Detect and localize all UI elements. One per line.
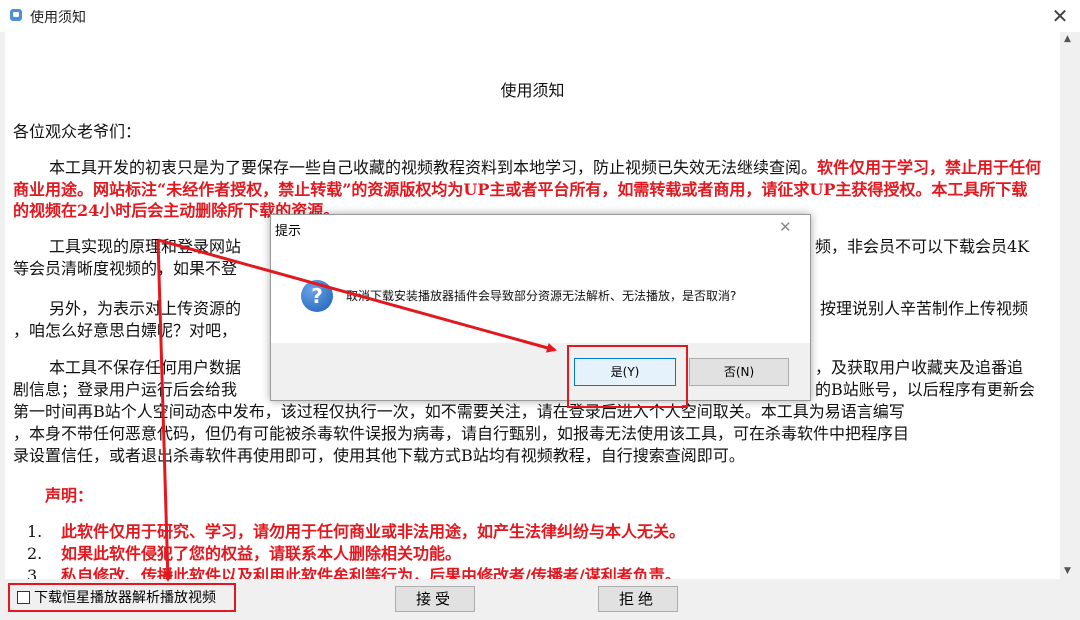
annotation-arrow-to-checkbox xyxy=(156,239,173,582)
annotation-arrow-to-yes xyxy=(157,238,557,353)
annotation-arrows xyxy=(156,238,557,582)
